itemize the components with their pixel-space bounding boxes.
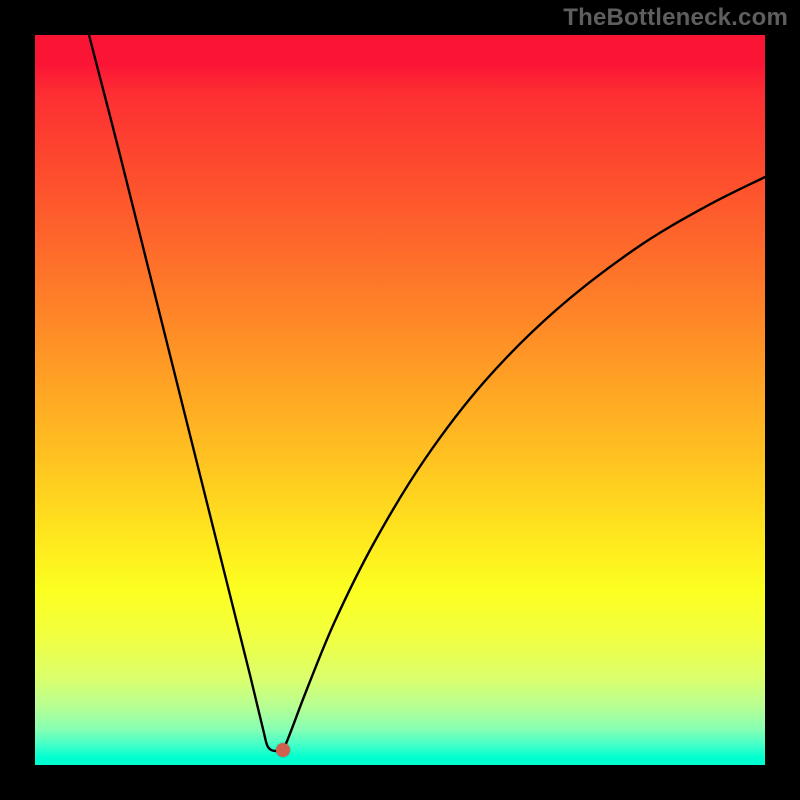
watermark-text: TheBottleneck.com [563, 4, 788, 32]
plot-area [35, 35, 765, 765]
curve-svg [35, 35, 765, 765]
selected-point-dot [276, 743, 290, 757]
chart-frame: TheBottleneck.com [0, 0, 800, 800]
bottleneck-curve [89, 35, 765, 751]
